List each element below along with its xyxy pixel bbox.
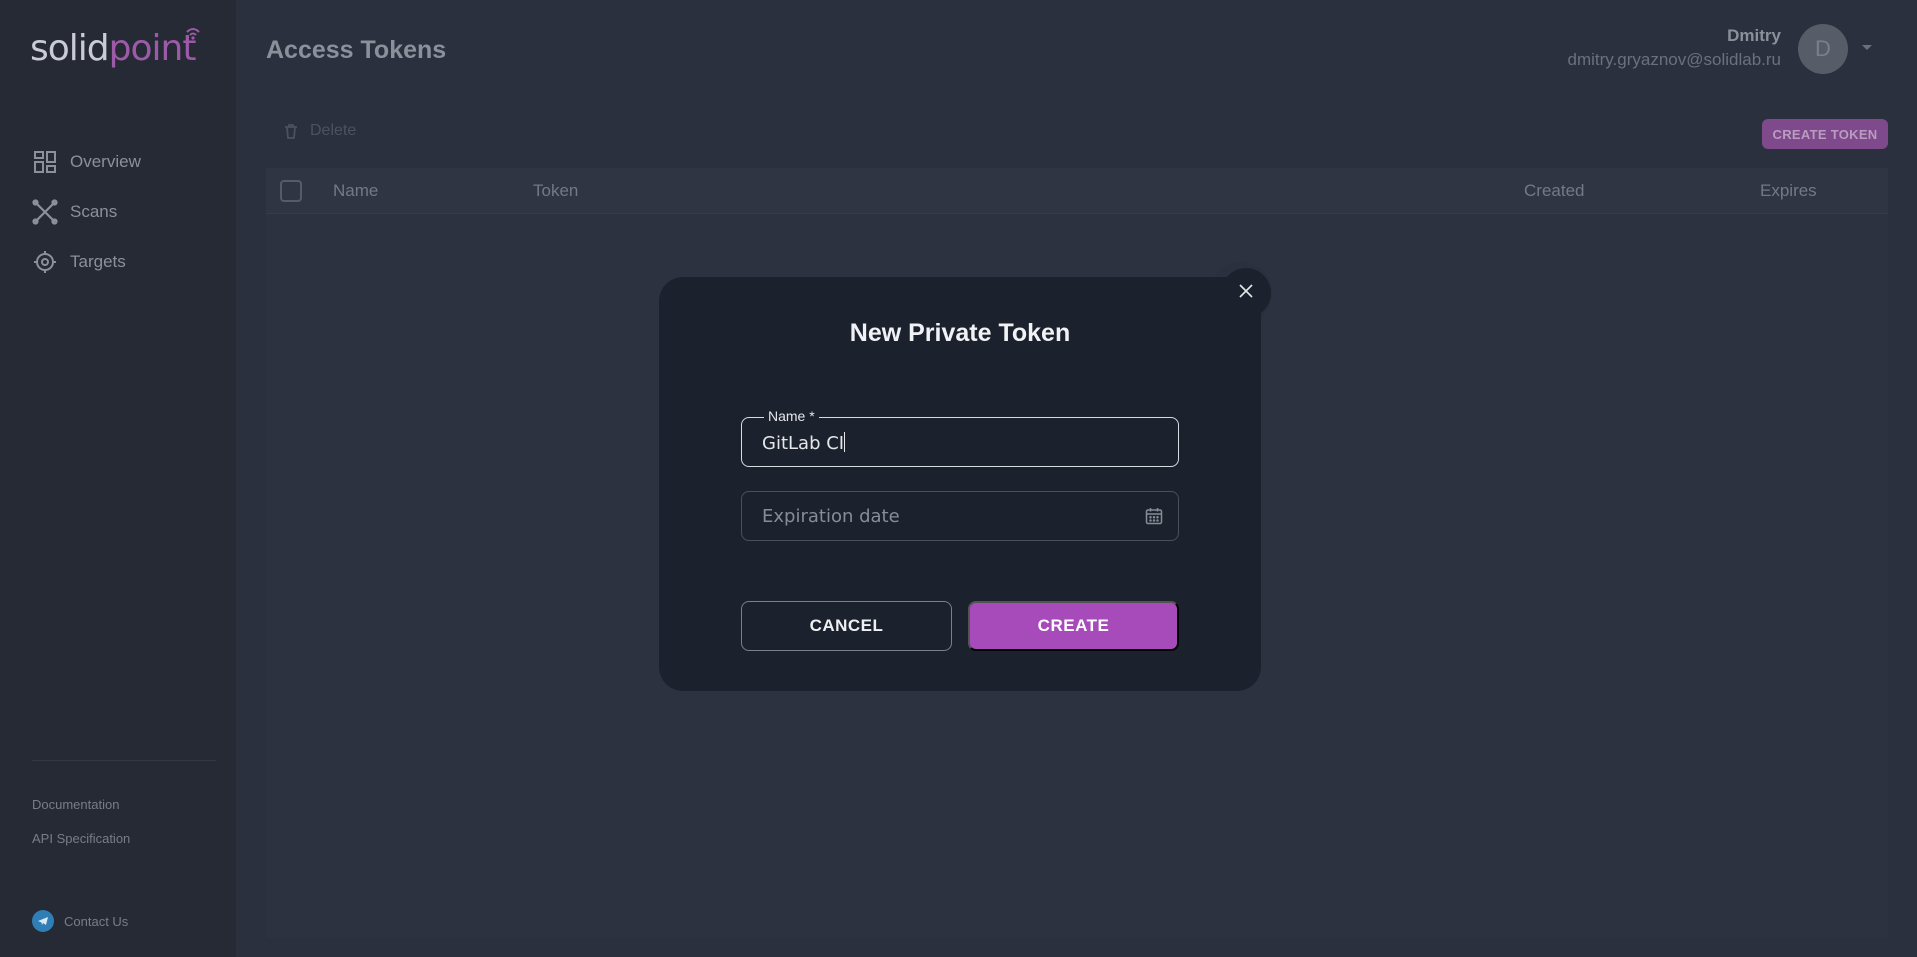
dialog-title: New Private Token xyxy=(849,319,1071,347)
table-header: Name Token Created Expires xyxy=(266,168,1888,214)
api-specification-link[interactable]: API Specification xyxy=(32,831,130,846)
delete-label: Delete xyxy=(310,122,357,139)
logo-signal-icon xyxy=(185,26,201,46)
expiration-date-placeholder: Expiration date xyxy=(762,506,900,527)
documentation-link[interactable]: Documentation xyxy=(32,797,119,812)
sidebar-item-label: Overview xyxy=(70,152,141,171)
create-button[interactable]: CREATE xyxy=(968,601,1179,651)
column-header-token[interactable]: Token xyxy=(533,181,578,201)
contact-us-label: Contact Us xyxy=(64,913,129,929)
chevron-down-icon[interactable] xyxy=(1858,38,1876,56)
column-header-created[interactable]: Created xyxy=(1524,181,1584,201)
sidebar-divider xyxy=(32,760,216,761)
target-icon xyxy=(32,250,58,274)
logo-main-text: solid xyxy=(30,28,110,69)
column-header-expires[interactable]: Expires xyxy=(1760,181,1817,201)
logo[interactable]: solidpoint xyxy=(30,28,201,69)
name-input-value[interactable]: GitLab CI xyxy=(762,432,846,454)
trash-icon xyxy=(282,122,300,140)
name-field-label: Name * xyxy=(764,408,819,424)
scans-icon xyxy=(32,199,58,225)
sidebar-item-label: Targets xyxy=(70,252,126,271)
sidebar-item-label: Scans xyxy=(70,202,118,221)
user-info[interactable]: Dmitry dmitry.gryaznov@solidlab.ru xyxy=(1568,26,1781,70)
column-header-name[interactable]: Name xyxy=(333,181,378,201)
telegram-icon xyxy=(32,910,54,932)
grid-icon xyxy=(32,150,58,174)
page-title: Access Tokens xyxy=(266,36,447,64)
select-all-checkbox[interactable] xyxy=(280,180,302,202)
sidebar-item-overview[interactable]: Overview xyxy=(32,150,141,174)
calendar-icon[interactable] xyxy=(1144,506,1164,526)
sidebar-item-scans[interactable]: Scans xyxy=(32,199,141,225)
sidebar: solidpoint Overview Scans Targets Docume… xyxy=(0,0,236,957)
close-icon xyxy=(1238,283,1254,304)
contact-us-link[interactable]: Contact Us xyxy=(32,910,128,932)
user-name: Dmitry xyxy=(1727,26,1781,45)
name-input-text: GitLab CI xyxy=(762,433,845,454)
sidebar-nav: Overview Scans Targets xyxy=(32,150,141,300)
logo-accent-text: point xyxy=(108,28,197,69)
text-cursor xyxy=(844,432,846,452)
sidebar-item-targets[interactable]: Targets xyxy=(32,250,141,274)
avatar[interactable]: D xyxy=(1798,24,1848,74)
delete-button[interactable]: Delete xyxy=(282,122,356,140)
name-field[interactable]: Name * GitLab CI xyxy=(741,408,1179,467)
create-token-button[interactable]: CREATE TOKEN xyxy=(1762,119,1888,149)
expiration-date-field[interactable]: Expiration date xyxy=(741,491,1179,541)
cancel-button[interactable]: CANCEL xyxy=(741,601,952,651)
close-button[interactable] xyxy=(1221,268,1271,318)
user-email: dmitry.gryaznov@solidlab.ru xyxy=(1567,50,1781,69)
new-token-dialog: New Private Token Name * GitLab CI Expir… xyxy=(659,277,1261,691)
